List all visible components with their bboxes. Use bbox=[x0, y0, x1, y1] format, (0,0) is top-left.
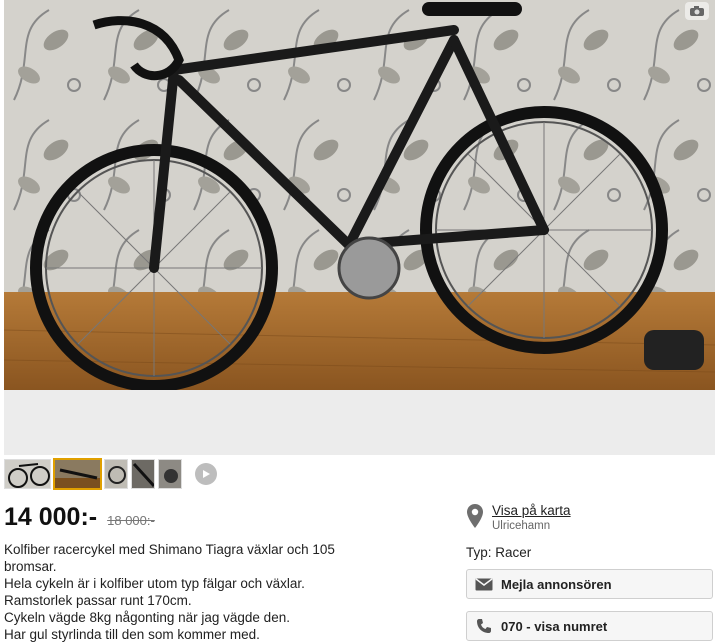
map-pin-icon bbox=[466, 503, 484, 534]
main-photo[interactable] bbox=[4, 0, 715, 390]
camera-icon bbox=[685, 2, 709, 20]
current-price: 14 000:- bbox=[4, 503, 98, 531]
item-type: Typ: Racer bbox=[466, 545, 532, 560]
description-line: Kolfiber racercykel med Shimano Tiagra v… bbox=[4, 542, 335, 574]
email-seller-label: Mejla annonsören bbox=[501, 576, 612, 592]
thumbnail-4[interactable] bbox=[131, 459, 155, 489]
description: Kolfiber racercykel med Shimano Tiagra v… bbox=[4, 541, 424, 643]
envelope-icon bbox=[467, 577, 501, 591]
phone-icon bbox=[467, 618, 501, 634]
thumbnail-strip bbox=[4, 458, 217, 490]
description-line: Har gul styrlinda till den som kommer me… bbox=[4, 627, 260, 642]
thumbnail-1[interactable] bbox=[4, 459, 51, 489]
description-line: Ramstorlek passar runt 170cm. bbox=[4, 593, 192, 608]
description-line: Cykeln vägde 8kg någonting när jag vägde… bbox=[4, 610, 290, 625]
price-row: 14 000:- 18 000:- bbox=[4, 503, 155, 532]
thumbnail-3[interactable] bbox=[104, 459, 128, 489]
previous-price: 18 000:- bbox=[107, 513, 155, 528]
location: Visa på karta Ulricehamn bbox=[466, 503, 571, 534]
location-city: Ulricehamn bbox=[492, 520, 551, 532]
thumbnail-2[interactable] bbox=[53, 458, 102, 490]
thumbnail-5[interactable] bbox=[158, 459, 182, 489]
email-seller-button[interactable]: Mejla annonsören bbox=[466, 569, 713, 599]
show-phone-button[interactable]: 070 - visa numret bbox=[466, 611, 713, 641]
show-phone-label: 070 - visa numret bbox=[501, 618, 608, 634]
play-icon[interactable] bbox=[195, 463, 217, 485]
photo-footer bbox=[4, 390, 715, 455]
show-on-map-link[interactable]: Visa på karta bbox=[492, 503, 571, 518]
description-line: Hela cykeln är i kolfiber utom typ fälga… bbox=[4, 576, 305, 591]
